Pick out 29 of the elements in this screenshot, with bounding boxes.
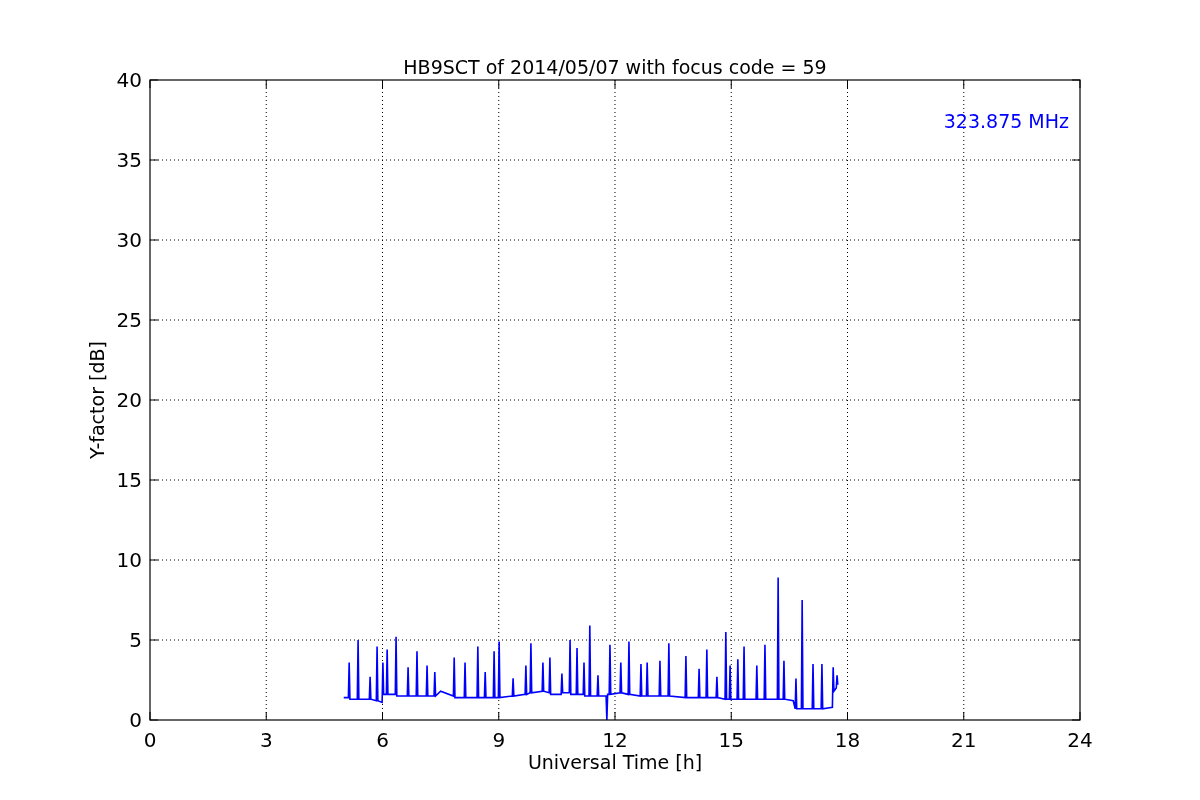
tick-label: 3 bbox=[259, 728, 273, 752]
tick-label: 6 bbox=[376, 728, 389, 752]
tick-mark bbox=[847, 711, 848, 721]
tick-mark bbox=[730, 711, 732, 721]
y-axis-label: Y-factor [dB] bbox=[86, 341, 108, 459]
tick-label: 21 bbox=[951, 728, 977, 752]
tick-mark bbox=[963, 711, 965, 721]
tick-label: 35 bbox=[116, 148, 142, 172]
tick-label: 0 bbox=[129, 708, 142, 732]
chart-title: HB9SCT of 2014/05/07 with focus code = 59 bbox=[403, 56, 827, 78]
tick-label: 30 bbox=[116, 228, 142, 252]
x-axis-label: Universal Time [h] bbox=[527, 751, 703, 773]
tick-label: 20 bbox=[116, 388, 142, 412]
tick-mark bbox=[265, 711, 267, 721]
tick-mark bbox=[614, 711, 616, 721]
tick-label: 15 bbox=[116, 468, 142, 492]
tick-label: 12 bbox=[602, 728, 628, 752]
tick-label: 15 bbox=[718, 728, 744, 752]
tick-mark bbox=[498, 711, 500, 721]
tick-label: 40 bbox=[116, 68, 142, 92]
tick-mark bbox=[382, 711, 383, 721]
tick-label: 5 bbox=[129, 628, 142, 652]
tick-label: 10 bbox=[116, 548, 142, 572]
tick-label: 18 bbox=[834, 728, 861, 752]
tick-label: 24 bbox=[1067, 728, 1093, 752]
tick-label: 9 bbox=[492, 728, 506, 752]
tick-label: 25 bbox=[116, 308, 142, 332]
tick-label: 0 bbox=[143, 728, 157, 752]
series-label: 323.875 MHz bbox=[943, 110, 1069, 132]
